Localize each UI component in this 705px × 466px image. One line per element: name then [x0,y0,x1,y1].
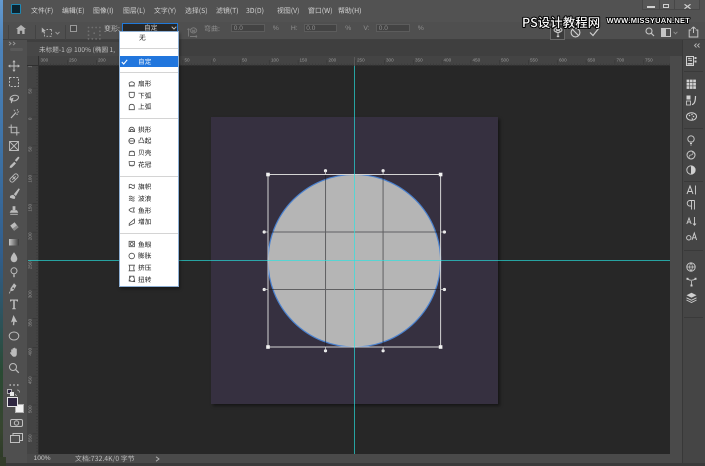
svg-text:0: 0 [28,117,33,120]
svg-text:150: 150 [300,58,308,63]
svg-text:200: 200 [28,232,33,240]
svg-text:350: 350 [415,58,423,63]
svg-text:550: 550 [28,434,33,442]
svg-text:700: 700 [617,58,625,63]
svg-text:600: 600 [559,58,567,63]
svg-text:50: 50 [242,58,248,63]
svg-text:450: 450 [28,376,33,384]
svg-text:550: 550 [530,58,538,63]
svg-text:200: 200 [98,58,106,63]
svg-text:350: 350 [28,319,33,327]
svg-text:400: 400 [444,58,452,63]
svg-text:200: 200 [329,58,337,63]
svg-text:450: 450 [473,58,481,63]
svg-text:250: 250 [69,58,77,63]
svg-text:500: 500 [501,58,509,63]
svg-text:100: 100 [28,66,33,68]
svg-text:400: 400 [28,348,33,356]
svg-text:50: 50 [28,146,33,152]
svg-text:650: 650 [588,58,596,63]
svg-text:100: 100 [28,175,33,183]
svg-text:50: 50 [28,88,33,94]
svg-text:250: 250 [28,261,33,269]
svg-text:500: 500 [28,405,33,413]
svg-text:300: 300 [386,58,394,63]
svg-text:300: 300 [41,58,49,63]
svg-text:100: 100 [271,58,279,63]
svg-text:0: 0 [213,58,216,63]
svg-text:150: 150 [28,204,33,212]
svg-text:300: 300 [28,290,33,298]
svg-text:50: 50 [185,58,191,63]
svg-text:250: 250 [357,58,365,63]
svg-text:750: 750 [645,58,653,63]
